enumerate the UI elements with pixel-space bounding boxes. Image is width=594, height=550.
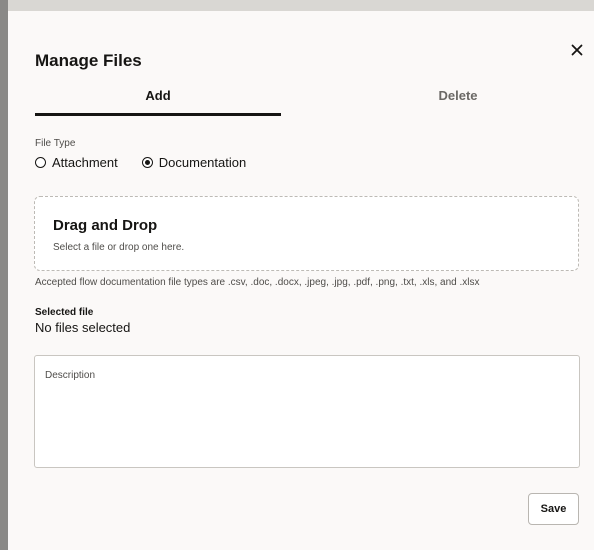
tab-delete-label: Delete [438,88,478,103]
radio-documentation[interactable]: Documentation [141,154,247,170]
tab-delete[interactable]: Delete [335,86,581,116]
file-type-radio-group: Attachment Documentation [35,153,270,171]
close-button[interactable] [566,39,588,61]
tab-add[interactable]: Add [35,86,281,116]
description-input[interactable] [34,355,580,468]
save-button[interactable]: Save [528,493,579,525]
file-type-label: File Type [35,138,76,149]
radio-attachment[interactable]: Attachment [35,155,118,170]
dropzone-title: Drag and Drop [53,217,158,234]
manage-files-dialog: Manage Files Add Delete File Type Attach… [8,11,594,550]
accepted-file-types: Accepted flow documentation file types a… [35,277,480,288]
selected-file-value: No files selected [35,320,131,335]
radio-checked-icon [141,156,153,168]
radio-unchecked-icon [35,156,46,168]
close-icon [571,44,583,56]
radio-documentation-label: Documentation [158,154,247,170]
tab-add-label: Add [145,88,171,103]
radio-attachment-label: Attachment [52,154,118,170]
dialog-title: Manage Files [35,51,142,70]
file-dropzone[interactable]: Drag and Drop Select a file or drop one … [34,196,579,271]
background-overlay [0,0,8,550]
dropzone-subtitle: Select a file or drop one here. [53,242,185,253]
tab-bar: Add Delete [35,86,581,116]
selected-file-label: Selected file [35,307,94,318]
